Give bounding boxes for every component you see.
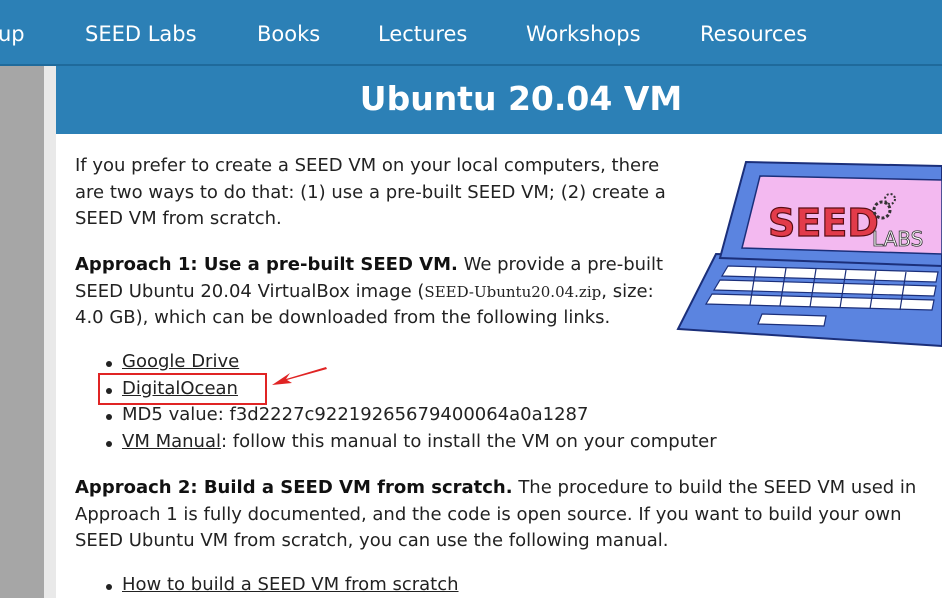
nav-item-books[interactable]: Books <box>257 21 320 47</box>
top-navbar: up SEED Labs Books Lectures Workshops Re… <box>0 0 942 66</box>
nav-item-setup[interactable]: up <box>0 21 25 47</box>
annotation-highlight-box <box>98 373 267 405</box>
vm-manual-description: : follow this manual to install the VM o… <box>220 430 717 452</box>
nav-item-workshops[interactable]: Workshops <box>526 21 641 47</box>
left-sidebar-edge <box>44 66 56 598</box>
annotation-arrow-icon <box>272 367 327 385</box>
seed-labs-laptop-logo: SEED LABS <box>676 160 942 348</box>
approach2-heading: Approach 2: Build a SEED VM from scratch… <box>75 477 513 498</box>
list-item: Google Drive <box>102 349 717 376</box>
google-drive-link[interactable]: Google Drive <box>122 351 239 372</box>
nav-item-resources[interactable]: Resources <box>700 21 807 47</box>
page-title: Ubuntu 20.04 VM <box>359 79 683 118</box>
approach1-paragraph: Approach 1: Use a pre-built SEED VM. We … <box>75 252 675 332</box>
list-item: VM Manual: follow this manual to install… <box>102 429 717 456</box>
approach1-heading: Approach 1: Use a pre-built SEED VM. <box>75 254 458 275</box>
list-item: How to build a SEED VM from scratch <box>102 572 459 598</box>
approach2-paragraph: Approach 2: Build a SEED VM from scratch… <box>75 475 942 555</box>
logo-word-labs: LABS <box>872 227 923 251</box>
list-item: MD5 value: f3d2227c92219265679400064a0a1… <box>102 402 717 429</box>
build-vm-link[interactable]: How to build a SEED VM from scratch <box>122 574 459 595</box>
intro-paragraph: If you prefer to create a SEED VM on you… <box>75 155 666 229</box>
image-filename: SEED-Ubuntu20.04.zip <box>424 282 602 301</box>
build-links-list: How to build a SEED VM from scratch <box>102 572 459 598</box>
logo-word: SEED <box>768 201 879 245</box>
title-banner: Ubuntu 20.04 VM <box>56 66 942 134</box>
md5-value: MD5 value: f3d2227c92219265679400064a0a1… <box>122 404 589 425</box>
vm-manual-link[interactable]: VM Manual <box>122 431 221 452</box>
nav-item-lectures[interactable]: Lectures <box>378 21 467 47</box>
nav-item-seed-labs[interactable]: SEED Labs <box>85 21 197 47</box>
